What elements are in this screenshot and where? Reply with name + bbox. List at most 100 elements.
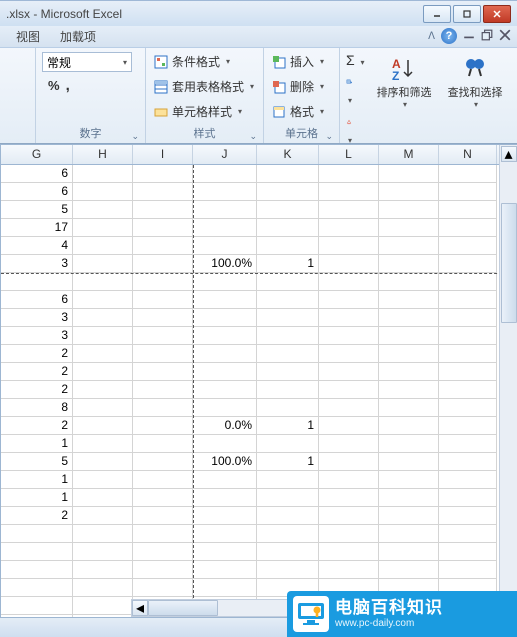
cell[interactable]: 2 [1, 363, 73, 381]
cell[interactable] [319, 219, 379, 237]
vscroll-track[interactable] [501, 163, 517, 599]
cell[interactable] [257, 435, 319, 453]
cell-grid[interactable]: 6651743100.0%1633222820.0%115100.0%1112 [1, 165, 517, 617]
cell[interactable] [1, 561, 73, 579]
cell[interactable] [319, 237, 379, 255]
column-header[interactable]: H [73, 145, 133, 164]
cell[interactable] [73, 219, 133, 237]
percent-icon[interactable]: % [48, 78, 60, 93]
cell[interactable] [133, 345, 193, 363]
cell[interactable] [193, 579, 257, 597]
cell[interactable] [439, 417, 497, 435]
table-row[interactable] [1, 561, 517, 579]
cell[interactable] [193, 219, 257, 237]
column-header[interactable]: K [257, 145, 319, 164]
cell[interactable] [319, 471, 379, 489]
cell[interactable] [439, 291, 497, 309]
cell[interactable] [73, 165, 133, 183]
cell[interactable] [257, 399, 319, 417]
cell[interactable] [439, 471, 497, 489]
delete-cells-button[interactable]: 删除▾ [270, 77, 326, 96]
worksheet[interactable]: GHIJKLMN 6651743100.0%1633222820.0%11510… [0, 144, 517, 617]
cell[interactable] [73, 363, 133, 381]
cell[interactable] [193, 201, 257, 219]
cell[interactable] [319, 525, 379, 543]
fill-icon[interactable]: ▾ [346, 72, 352, 108]
cell[interactable] [73, 471, 133, 489]
cell[interactable] [439, 165, 497, 183]
cell[interactable] [257, 273, 319, 291]
cell[interactable] [73, 327, 133, 345]
cell[interactable] [257, 219, 319, 237]
mdi-minimize-icon[interactable] [463, 29, 475, 44]
minimize-button[interactable] [423, 5, 451, 23]
cell[interactable] [379, 363, 439, 381]
cell[interactable] [257, 291, 319, 309]
cell[interactable] [193, 237, 257, 255]
cell[interactable] [379, 399, 439, 417]
cell[interactable] [257, 381, 319, 399]
cell[interactable] [257, 237, 319, 255]
cell[interactable] [439, 255, 497, 273]
cell[interactable] [73, 201, 133, 219]
cell[interactable] [319, 381, 379, 399]
cell[interactable] [319, 507, 379, 525]
menu-view[interactable]: 视图 [6, 26, 50, 47]
cell[interactable] [379, 435, 439, 453]
cell[interactable] [73, 597, 133, 615]
cell[interactable]: 6 [1, 165, 73, 183]
cell[interactable]: 1 [1, 489, 73, 507]
cell[interactable] [73, 255, 133, 273]
table-row[interactable]: 1 [1, 489, 517, 507]
cell[interactable] [439, 381, 497, 399]
cell[interactable] [319, 453, 379, 471]
cell[interactable] [379, 165, 439, 183]
cell[interactable]: 3 [1, 309, 73, 327]
table-row[interactable]: 6 [1, 165, 517, 183]
table-row[interactable]: 8 [1, 399, 517, 417]
help-icon[interactable]: ? [441, 28, 457, 44]
autosum-icon[interactable]: Σ ▾ [346, 52, 365, 68]
cell[interactable] [193, 471, 257, 489]
cell[interactable] [133, 183, 193, 201]
cell[interactable] [257, 363, 319, 381]
cell[interactable] [379, 219, 439, 237]
cell[interactable] [379, 345, 439, 363]
vertical-scrollbar[interactable]: ▴ ▾ [499, 145, 517, 617]
cell[interactable] [193, 489, 257, 507]
cell[interactable] [439, 363, 497, 381]
comma-icon[interactable]: , [66, 77, 70, 94]
cell[interactable] [439, 327, 497, 345]
cell[interactable] [439, 219, 497, 237]
cell[interactable] [133, 201, 193, 219]
cell[interactable] [193, 435, 257, 453]
cell[interactable] [193, 291, 257, 309]
cell[interactable] [193, 561, 257, 579]
cell[interactable]: 6 [1, 183, 73, 201]
cell[interactable] [133, 543, 193, 561]
cell[interactable] [257, 309, 319, 327]
cell[interactable] [133, 453, 193, 471]
cell[interactable]: 6 [1, 291, 73, 309]
cell[interactable] [73, 543, 133, 561]
cell[interactable]: 100.0% [193, 453, 257, 471]
cell[interactable] [439, 543, 497, 561]
cell[interactable] [257, 201, 319, 219]
cell[interactable] [133, 561, 193, 579]
format-cells-button[interactable]: 格式▾ [270, 102, 326, 121]
table-row[interactable] [1, 273, 517, 291]
cell[interactable] [379, 507, 439, 525]
cell[interactable] [319, 273, 379, 291]
cell[interactable] [133, 525, 193, 543]
cell-styles-button[interactable]: 单元格样式▾ [152, 102, 244, 121]
cell[interactable] [319, 363, 379, 381]
cell[interactable] [379, 291, 439, 309]
cell[interactable] [379, 489, 439, 507]
cell[interactable] [319, 543, 379, 561]
find-select-button[interactable]: 查找和选择 ▾ [444, 52, 507, 111]
cell[interactable] [133, 291, 193, 309]
cell[interactable] [257, 183, 319, 201]
cell[interactable]: 1 [257, 453, 319, 471]
cell[interactable] [193, 399, 257, 417]
cell[interactable] [1, 579, 73, 597]
